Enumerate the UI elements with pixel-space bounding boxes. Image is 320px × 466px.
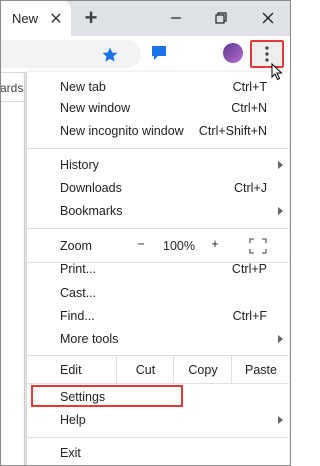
menu-item-cast[interactable]: Cast...	[27, 282, 289, 305]
close-window-icon[interactable]	[253, 5, 283, 31]
zoom-value: 100%	[163, 239, 195, 253]
settings-highlight-box	[31, 385, 183, 407]
bookmark-star-icon[interactable]	[101, 46, 119, 64]
paste-button[interactable]: Paste	[231, 356, 290, 384]
submenu-arrow-icon	[278, 161, 283, 169]
menu-item-print[interactable]: Print... Ctrl+P	[27, 258, 289, 281]
menu-item-new-tab[interactable]: New tab Ctrl+T	[27, 76, 289, 99]
menu-separator	[27, 228, 289, 229]
shortcut-label: Ctrl+F	[232, 309, 267, 323]
menu-item-downloads[interactable]: Downloads Ctrl+J	[27, 177, 289, 200]
menu-item-more-tools[interactable]: More tools	[27, 328, 289, 351]
tab-close-icon[interactable]: ✕	[44, 7, 68, 31]
menu-item-label: Exit	[60, 446, 81, 460]
address-bar[interactable]	[1, 40, 141, 68]
shortcut-label: Ctrl+Shift+N	[198, 124, 267, 138]
zoom-row: Zoom − 100% +	[27, 232, 289, 260]
shortcut-label: Ctrl+N	[231, 101, 267, 115]
fullscreen-icon[interactable]	[249, 238, 267, 254]
menu-item-label: Help	[60, 413, 86, 427]
submenu-arrow-icon	[278, 416, 283, 424]
menu-item-label: Find...	[60, 309, 95, 323]
menu-item-label: New tab	[60, 80, 106, 94]
cut-button[interactable]: Cut	[116, 356, 174, 384]
zoom-in-button[interactable]: +	[208, 237, 222, 251]
submenu-arrow-icon	[278, 207, 283, 215]
mouse-cursor-icon	[271, 62, 283, 84]
divider	[24, 73, 25, 465]
chat-extension-icon[interactable]	[149, 43, 169, 63]
menu-item-label: New incognito window	[60, 124, 184, 138]
divider	[1, 101, 26, 102]
page-partial-text: ards	[0, 81, 24, 95]
menu-item-label: History	[60, 158, 99, 172]
menu-item-label: Cast...	[60, 286, 97, 300]
shortcut-label: Ctrl+P	[231, 262, 267, 276]
menu-separator	[27, 437, 289, 438]
edit-row: Edit Cut Copy Paste	[27, 356, 289, 384]
profile-avatar[interactable]	[223, 43, 243, 63]
menu-item-label: Print...	[60, 262, 97, 276]
menu-item-history[interactable]: History	[27, 154, 289, 177]
new-tab-icon[interactable]: +	[79, 5, 103, 30]
menu-item-label: Bookmarks	[60, 204, 123, 218]
menu-item-new-window[interactable]: New window Ctrl+N	[27, 97, 289, 120]
minimize-icon[interactable]	[161, 5, 191, 31]
toolbar	[1, 36, 290, 73]
tab-new[interactable]: New ✕	[1, 1, 71, 36]
submenu-arrow-icon	[278, 335, 283, 343]
edit-label: Edit	[60, 363, 82, 377]
tab-strip: New ✕ +	[1, 1, 290, 36]
menu-item-exit[interactable]: Exit	[27, 442, 289, 465]
zoom-label: Zoom	[60, 239, 92, 253]
zoom-out-button[interactable]: −	[134, 237, 148, 251]
menu-item-label: More tools	[60, 332, 119, 346]
browser-window: New ✕ + ards New tab Ctrl+T New window C…	[0, 0, 291, 466]
tab-title: New	[12, 11, 39, 26]
menu-item-label: Downloads	[60, 181, 122, 195]
menu-item-bookmarks[interactable]: Bookmarks	[27, 200, 289, 223]
page-content: ards	[0, 73, 26, 465]
menu-separator	[27, 148, 289, 149]
menu-item-label: New window	[60, 101, 131, 115]
copy-button[interactable]: Copy	[173, 356, 232, 384]
shortcut-label: Ctrl+J	[234, 181, 267, 195]
shortcut-label: Ctrl+T	[232, 80, 267, 94]
menu-item-find[interactable]: Find... Ctrl+F	[27, 305, 289, 328]
menu-item-help[interactable]: Help	[27, 409, 289, 432]
restore-icon[interactable]	[206, 5, 236, 31]
menu-separator	[27, 383, 289, 384]
chrome-dropdown-menu: New tab Ctrl+T New window Ctrl+N New inc…	[27, 72, 289, 465]
menu-item-new-incognito-window[interactable]: New incognito window Ctrl+Shift+N	[27, 120, 289, 143]
